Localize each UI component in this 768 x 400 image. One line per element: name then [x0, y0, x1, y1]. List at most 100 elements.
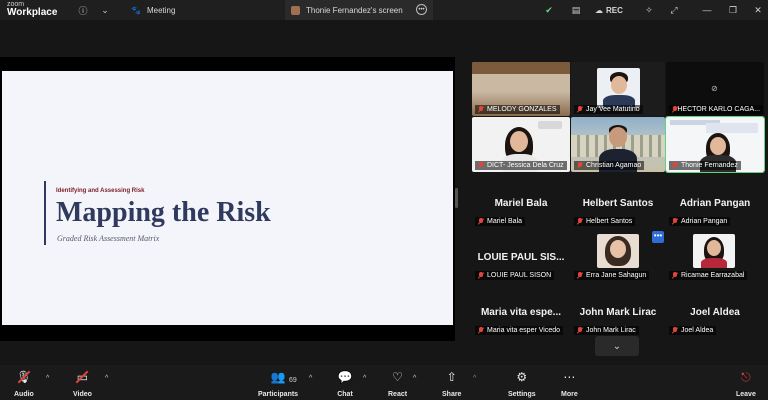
participant-display-name: Joel Aldea [690, 307, 740, 318]
video-tile[interactable]: DICT- Jessica Dela Cruz [472, 117, 570, 172]
mic-muted-icon [478, 327, 484, 334]
participants-icon: 👥 [270, 370, 286, 384]
zoom-workplace-logo: zoom Workplace [7, 1, 58, 18]
participant-name: HECTOR KARLO CAGA... [669, 105, 764, 114]
share-button[interactable]: ⇧ Share [442, 369, 461, 398]
shield-check-icon[interactable]: ✔ [543, 4, 555, 16]
participant-tile[interactable]: LOUIE PAUL SIS... LOUIE PAUL SISON [472, 234, 570, 282]
presentation-slide: Identifying and Assessing Risk Mapping t… [2, 71, 453, 325]
shared-screen-area[interactable]: Identifying and Assessing Risk Mapping t… [0, 57, 455, 341]
paw-icon: 🐾 [131, 5, 141, 15]
participant-display-name: LOUIE PAUL SIS... [477, 252, 565, 263]
profile-picture [597, 68, 640, 108]
settings-label: Settings [508, 391, 536, 398]
tile-options-icon[interactable]: ••• [652, 231, 664, 243]
chat-bubble-icon: 💬 [337, 370, 353, 384]
participant-name: Maria vita esper Vicedo [475, 326, 564, 335]
more-options-icon[interactable]: ••• [416, 4, 427, 15]
brand-bottom: Workplace [7, 7, 58, 18]
participants-options-caret[interactable]: ^ [309, 375, 312, 382]
participant-display-name: Adrian Pangan [679, 198, 751, 209]
rec-indicator[interactable]: ☁ REC [595, 0, 635, 20]
video-tile[interactable]: Christian Agamao [571, 117, 665, 172]
mic-off-icon: 🎙 [16, 370, 32, 384]
restore-icon[interactable]: ❐ [727, 4, 739, 16]
camera-off-icon: ▭ [74, 369, 90, 385]
video-button[interactable]: ▭ Video [73, 369, 92, 398]
tab-shared-screen-label: Thonie Fernandez's screen [306, 5, 403, 15]
participant-display-name: John Mark Lirac [579, 307, 657, 318]
notes-icon[interactable]: ▤ [570, 4, 582, 16]
video-tile[interactable]: MELODY GONZALES [472, 62, 570, 116]
chat-button[interactable]: 💬 Chat [337, 369, 353, 398]
panel-resize-handle[interactable] [455, 188, 458, 208]
participant-tile[interactable]: Joel Aldea Joel Aldea [666, 289, 764, 337]
mic-muted-icon [672, 218, 678, 225]
ai-sparkle-icon[interactable]: ✧ [643, 4, 655, 16]
gallery-next-page-button[interactable]: ⌄ [595, 336, 639, 356]
chat-options-caret[interactable]: ^ [363, 375, 366, 382]
participant-name: Adrian Pangan [669, 217, 731, 226]
audio-label: Audio [14, 391, 34, 398]
participants-count: 69 [289, 377, 297, 384]
heart-icon: ♡ [392, 370, 403, 384]
mic-muted-icon [577, 327, 583, 334]
leave-button[interactable]: ⎋ Leave [736, 369, 756, 399]
leave-door-icon: ⎋ [741, 369, 751, 384]
audio-options-caret[interactable]: ^ [46, 375, 49, 382]
participant-name: LOUIE PAUL SISON [475, 271, 555, 280]
share-label: Share [442, 391, 462, 398]
tab-shared-screen[interactable]: Thonie Fernandez's screen [285, 0, 433, 20]
profile-picture [597, 234, 639, 268]
react-button[interactable]: ♡ React [388, 369, 407, 398]
mic-muted-icon [577, 272, 583, 279]
participant-tile[interactable]: Adrian Pangan Adrian Pangan [666, 180, 764, 228]
share-options-caret[interactable]: ^ [473, 375, 476, 382]
mic-muted-icon [577, 218, 583, 225]
more-label: More [561, 391, 578, 398]
participant-name: DICT- Jessica Dela Cruz [475, 161, 567, 170]
leave-label: Leave [736, 391, 756, 398]
video-tile[interactable]: ⊘ HECTOR KARLO CAGA... [666, 62, 764, 116]
video-tile-active-speaker[interactable]: Thonie Fernandez [665, 116, 765, 173]
more-button[interactable]: ⋯ More [561, 369, 578, 398]
share-screen-icon: ⇧ [446, 370, 457, 384]
profile-picture [693, 234, 735, 268]
video-label: Video [73, 391, 92, 398]
video-tile[interactable]: Jay Vee Matutino [571, 62, 665, 116]
mic-muted-icon [478, 272, 484, 279]
close-icon[interactable]: ✕ [752, 4, 764, 16]
settings-button[interactable]: ⚙ Settings [508, 369, 536, 398]
participant-name: Helbert Santos [574, 217, 636, 226]
participant-tile[interactable]: Helbert Santos Helbert Santos [571, 180, 665, 228]
participant-name: Mariel Bala [475, 217, 526, 226]
slide-title: Mapping the Risk [56, 197, 271, 228]
participant-name: Joel Aldea [669, 326, 717, 335]
participant-tile[interactable]: Ricamae Earrazabal [666, 234, 764, 282]
chevron-down-icon: ⌄ [612, 340, 622, 352]
tab-meeting[interactable]: 🐾 Meeting [126, 0, 281, 20]
tab-meeting-label: Meeting [146, 5, 176, 15]
mic-muted-icon [478, 218, 484, 225]
chevron-down-icon[interactable]: ⌄ [99, 4, 111, 16]
slide-kicker: Identifying and Assessing Risk [56, 188, 145, 194]
mic-muted-icon [478, 162, 484, 169]
gear-icon: ⚙ [516, 370, 528, 384]
react-options-caret[interactable]: ^ [413, 375, 416, 382]
info-icon[interactable]: ⓘ [77, 4, 89, 16]
participant-tile[interactable]: Erra Jane Sahagun [571, 234, 665, 282]
participant-tile[interactable]: John Mark Lirac John Mark Lirac [571, 289, 665, 337]
participant-tile[interactable]: Mariel Bala Mariel Bala [472, 180, 570, 228]
expand-icon[interactable]: ⤢ [668, 4, 680, 16]
logo-badge [538, 121, 562, 129]
participants-label: Participants [258, 391, 299, 398]
mic-muted-icon [577, 162, 583, 169]
participant-name: Jay Vee Matutino [574, 105, 643, 114]
video-options-caret[interactable]: ^ [105, 375, 108, 382]
participant-tile[interactable]: Maria vita espe... Maria vita esper Vice… [472, 289, 570, 337]
minimize-icon[interactable]: — [701, 4, 713, 16]
title-bar: zoom Workplace ⓘ ⌄ 🐾 Meeting Thonie Fern… [0, 0, 768, 20]
react-label: React [388, 391, 408, 398]
audio-button[interactable]: 🎙 Audio [14, 369, 34, 398]
rec-label: REC [606, 5, 623, 15]
